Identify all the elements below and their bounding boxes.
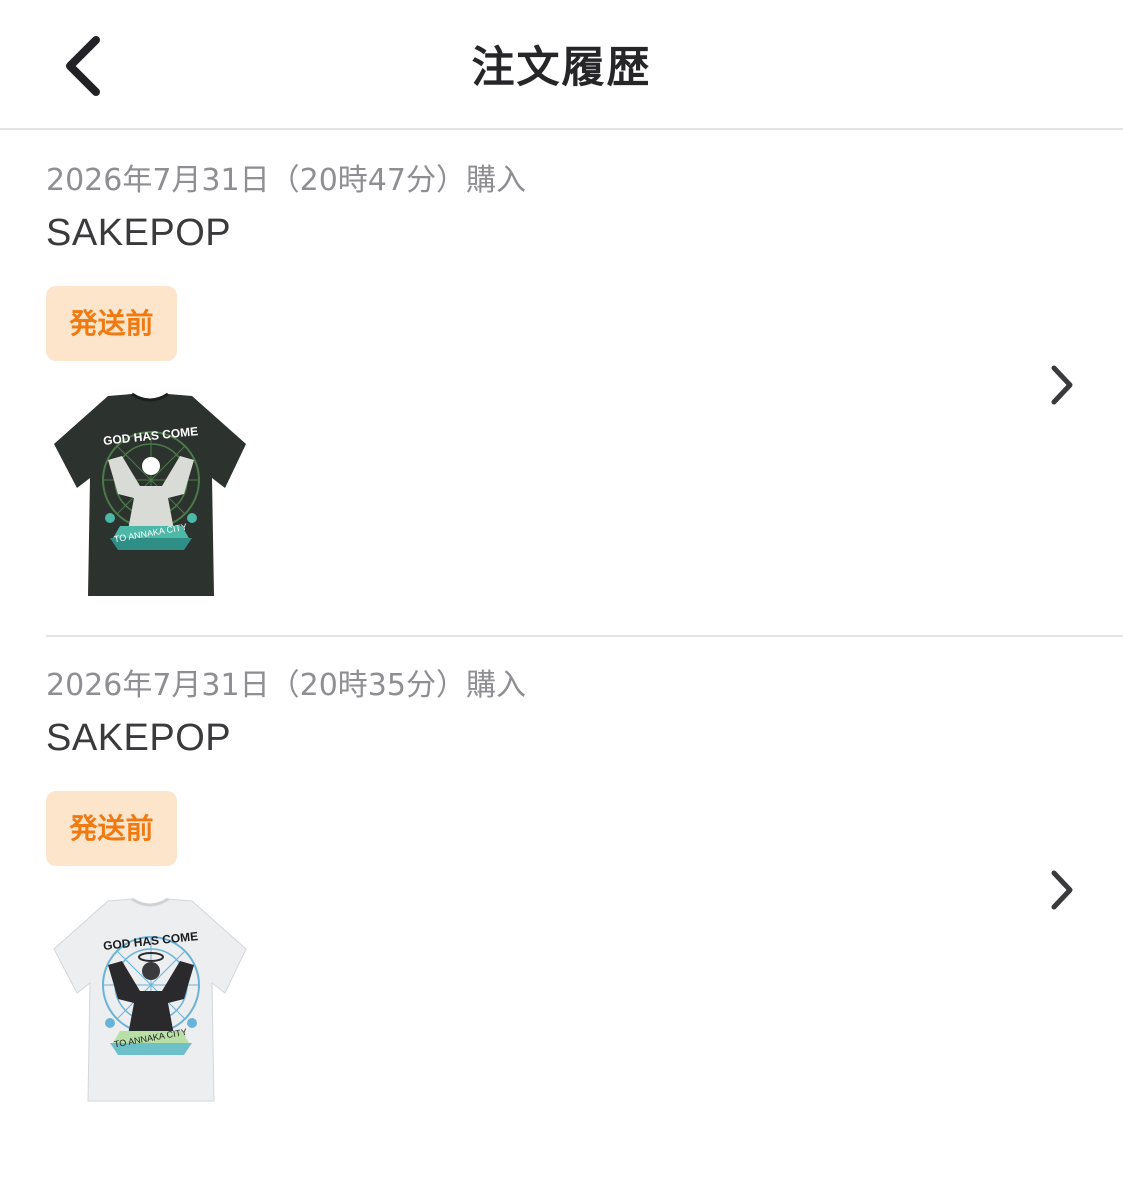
shop-name: SAKEPOP (46, 717, 232, 759)
page-title: 注文履歴 (471, 43, 652, 93)
status-badge: 発送前 (46, 791, 177, 866)
chevron-right-icon (1040, 865, 1084, 915)
order-date: 2026年7月31日（20時47分）購入 (46, 163, 526, 198)
order-list-item[interactable]: 2026年7月31日（20時47分）購入 SAKEPOP 発送前 GOD HAS… (0, 132, 1123, 637)
shop-name: SAKEPOP (46, 212, 232, 254)
status-badge: 発送前 (46, 286, 177, 361)
product-image: GOD HAS COME TO ANNAKA CITY (50, 390, 250, 602)
order-list-item[interactable]: 2026年7月31日（20時35分）購入 SAKEPOP 発送前 GOD HAS… (0, 637, 1123, 1142)
product-image: GOD HAS COME TO ANNAKA CITY (50, 895, 250, 1107)
header: 注文履歴 (0, 0, 1123, 130)
chevron-right-icon (1040, 360, 1084, 410)
order-date: 2026年7月31日（20時35分）購入 (46, 668, 526, 703)
